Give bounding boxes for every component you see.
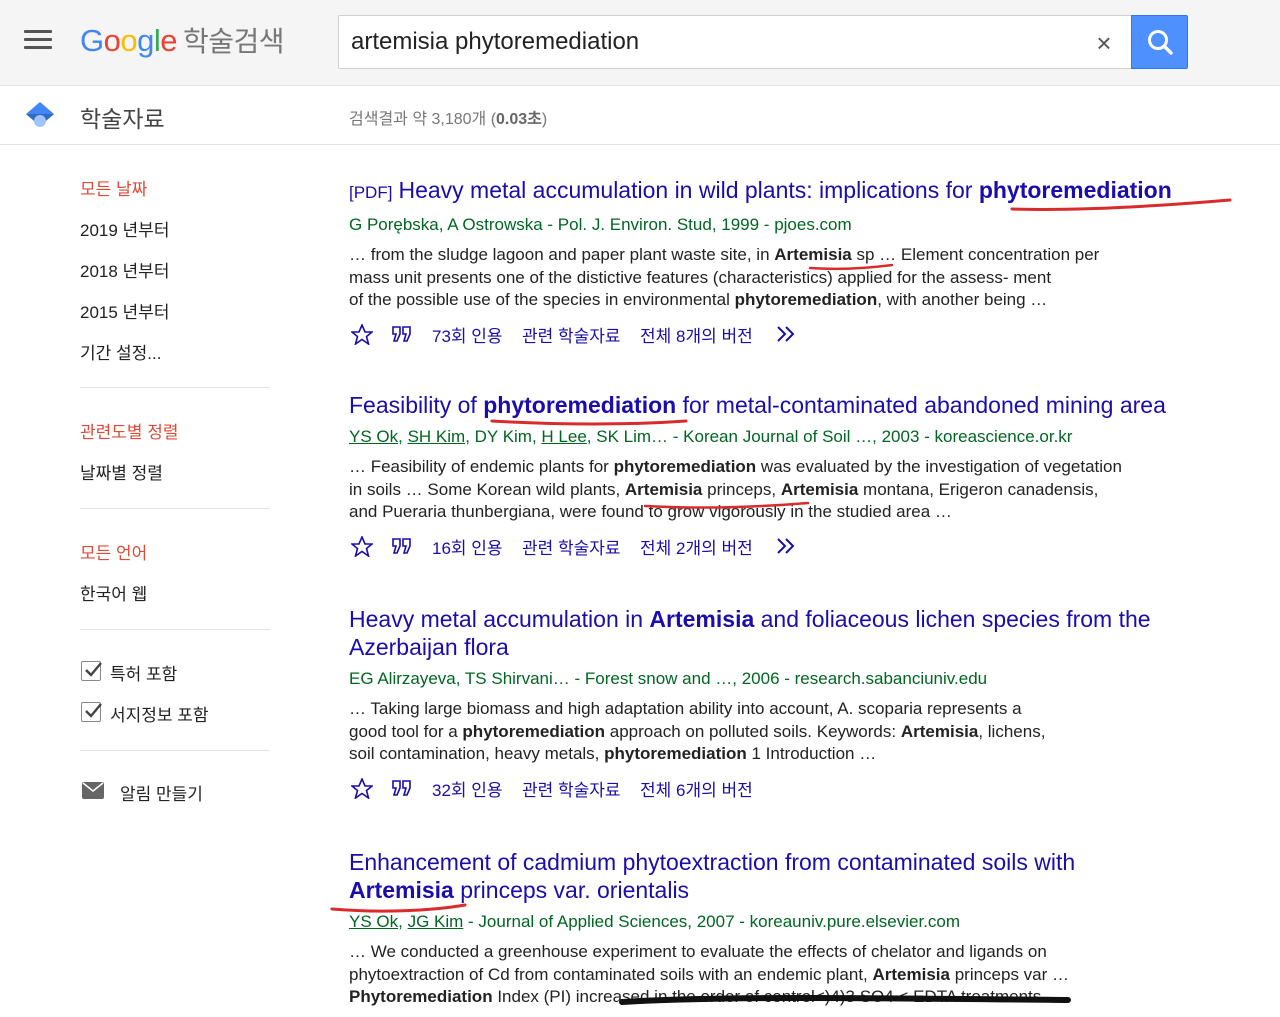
include-patents-label[interactable]: 특허 포함 — [110, 660, 177, 685]
sort-by-relevance[interactable]: 관련도별 정렬 — [80, 418, 179, 443]
filter-custom-range[interactable]: 기간 설정... — [80, 339, 161, 364]
section-title: 학술자료 — [80, 106, 165, 132]
cited-by-link[interactable]: 32회 인용 — [432, 776, 503, 801]
search-input[interactable] — [351, 26, 1071, 58]
result-snippet: … We conducted a greenhouse experiment t… — [349, 942, 1070, 1006]
related-articles-link[interactable]: 관련 학술자료 — [522, 322, 621, 347]
results-count: 검색결과 약 3,180개 (0.03초) — [349, 111, 548, 128]
search-button[interactable] — [1131, 15, 1188, 69]
include-citations-checkbox[interactable] — [81, 702, 102, 722]
result-title[interactable]: Feasibility of phytoremediation for meta… — [349, 391, 1229, 419]
divider — [80, 508, 270, 509]
result-actions: 32회 인용 관련 학술자료 전체 6개의 버전 — [349, 776, 1229, 800]
more-icon[interactable] — [776, 536, 798, 556]
pdf-tag[interactable]: [PDF] — [349, 183, 392, 202]
result-authors: YS Ok, JG Kim - Journal of Applied Scien… — [349, 912, 961, 931]
result-title[interactable]: Heavy metal accumulation in Artemisia an… — [349, 605, 1229, 661]
include-patents-checkbox[interactable] — [81, 661, 102, 681]
star-icon[interactable] — [351, 535, 373, 557]
related-articles-link[interactable]: 관련 학술자료 — [522, 534, 621, 559]
result-authors: YS Ok, SH Kim, DY Kim, H Lee, SK Lim… - … — [349, 427, 1073, 446]
author-link[interactable]: YS Ok — [349, 912, 398, 931]
result-authors: EG Alirzayeva, TS Shirvani… - Forest sno… — [349, 669, 988, 688]
divider — [80, 387, 270, 388]
filter-since-2019[interactable]: 2019 년부터 — [80, 216, 169, 241]
divider — [80, 629, 270, 630]
all-versions-link[interactable]: 전체 6개의 버전 — [640, 776, 753, 801]
include-citations-label[interactable]: 서지정보 포함 — [110, 701, 209, 726]
clear-icon[interactable]: × — [1089, 28, 1119, 58]
sort-by-date[interactable]: 날짜별 정렬 — [80, 459, 163, 484]
google-scholar-logo[interactable]: Google 학술검색 — [80, 20, 285, 60]
search-icon — [1148, 30, 1173, 55]
results-subheader: 학술자료 검색결과 약 3,180개 (0.03초) — [0, 86, 1280, 145]
cited-by-link[interactable]: 73회 인용 — [432, 322, 503, 347]
create-alert-link[interactable]: 알림 만들기 — [120, 780, 203, 805]
logo-subtitle: 학술검색 — [183, 26, 285, 57]
cite-icon[interactable] — [391, 324, 413, 344]
star-icon[interactable] — [351, 323, 373, 345]
result-title[interactable]: Enhancement of cadmium phytoextraction f… — [349, 848, 1229, 904]
search-box: × — [338, 15, 1132, 69]
star-icon[interactable] — [351, 777, 373, 799]
result-item: Heavy metal accumulation in Artemisia an… — [349, 605, 1229, 800]
checkmark-icon — [85, 662, 102, 677]
cite-icon[interactable] — [391, 536, 413, 556]
result-authors: G Porębska, A Ostrowska - Pol. J. Enviro… — [349, 215, 852, 234]
author-link[interactable]: SH Kim — [408, 427, 466, 446]
filter-any-language[interactable]: 모든 언어 — [80, 539, 147, 564]
checkmark-icon — [85, 703, 102, 718]
cited-by-link[interactable]: 16회 인용 — [432, 534, 503, 559]
author-link[interactable]: YS Ok — [349, 427, 398, 446]
result-actions: 16회 인용 관련 학술자료 전체 2개의 버전 — [349, 534, 1229, 558]
result-actions: 73회 인용 관련 학술자료 전체 8개의 버전 — [349, 322, 1229, 346]
author-link[interactable]: JG Kim — [408, 912, 464, 931]
result-title[interactable]: [PDF] Heavy metal accumulation in wild pl… — [349, 176, 1229, 207]
divider — [80, 750, 270, 751]
all-versions-link[interactable]: 전체 8개의 버전 — [640, 322, 753, 347]
result-item: Enhancement of cadmium phytoextraction f… — [349, 848, 1229, 1009]
top-header: Google학술검색 × — [0, 0, 1280, 86]
scholar-cap-icon — [26, 102, 54, 127]
envelope-icon — [82, 782, 104, 799]
result-item: [PDF] Heavy metal accumulation in wild pl… — [349, 176, 1229, 346]
result-snippet: … from the sludge lagoon and paper plant… — [349, 245, 1100, 309]
more-icon[interactable] — [776, 324, 798, 344]
filter-sidebar: 모든 날짜 2019 년부터 2018 년부터 2015 년부터 기간 설정..… — [0, 145, 300, 1017]
menu-icon[interactable] — [24, 28, 54, 52]
result-item: Feasibility of phytoremediation for meta… — [349, 391, 1229, 558]
result-snippet: … Taking large biomass and high adaptati… — [349, 699, 1046, 763]
cite-icon[interactable] — [391, 778, 413, 798]
filter-since-2015[interactable]: 2015 년부터 — [80, 298, 169, 323]
filter-any-date[interactable]: 모든 날짜 — [80, 175, 147, 200]
author-link[interactable]: H Lee — [541, 427, 586, 446]
related-articles-link[interactable]: 관련 학술자료 — [522, 776, 621, 801]
all-versions-link[interactable]: 전체 2개의 버전 — [640, 534, 753, 559]
result-snippet: … Feasibility of endemic plants for phyt… — [349, 457, 1122, 521]
filter-korean-web[interactable]: 한국어 웹 — [80, 580, 147, 605]
filter-since-2018[interactable]: 2018 년부터 — [80, 257, 169, 282]
